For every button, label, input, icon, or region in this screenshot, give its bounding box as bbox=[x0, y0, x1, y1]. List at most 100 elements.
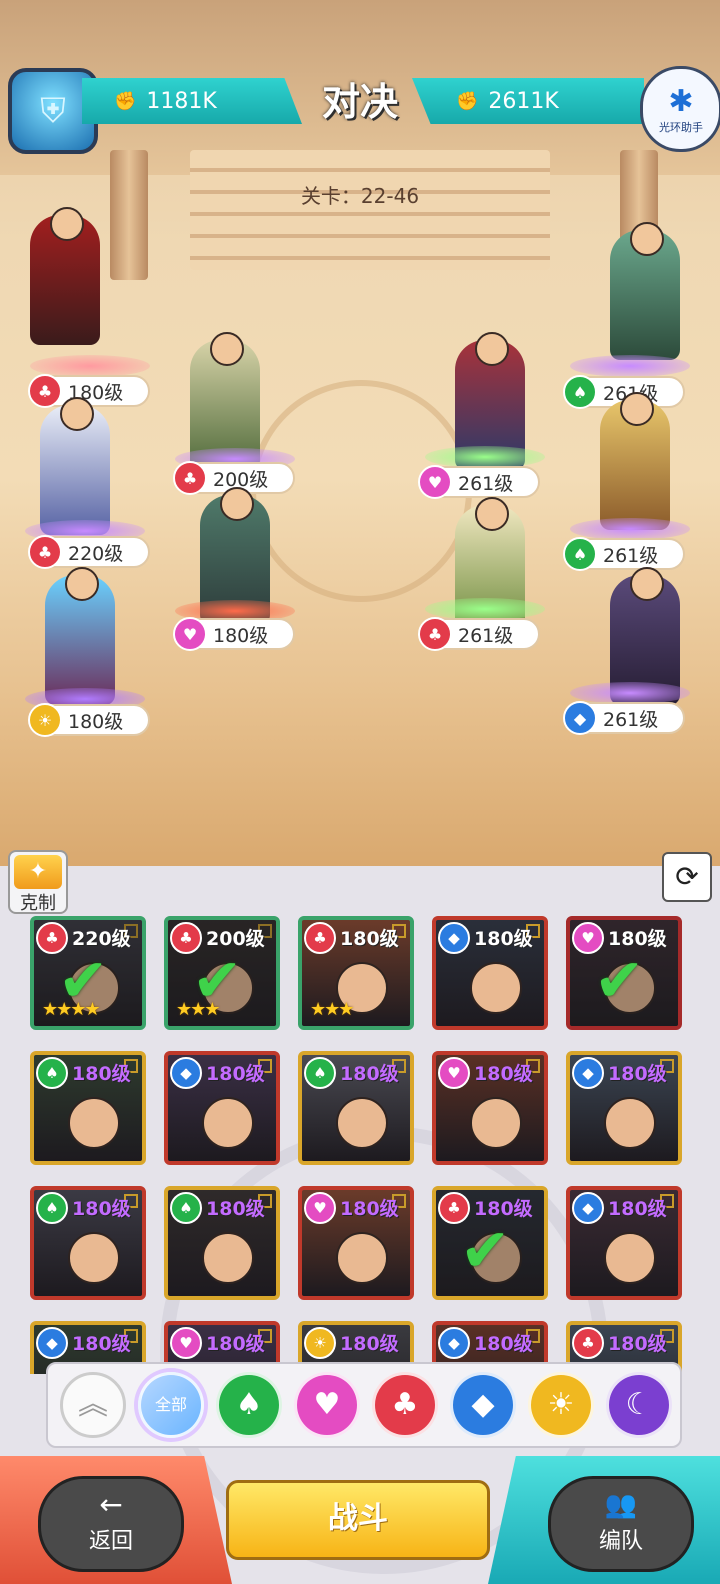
filter-heart-button[interactable]: ♥ bbox=[294, 1372, 360, 1438]
hero-card[interactable]: ◆ 180级 bbox=[432, 916, 548, 1030]
filter-fire-button[interactable]: ♣ bbox=[372, 1372, 438, 1438]
enemy-level-5: ◆ 261级 bbox=[563, 701, 685, 735]
hero-card[interactable]: ♠ 180级 bbox=[298, 1051, 414, 1165]
hero-portrait bbox=[604, 1232, 656, 1284]
checkmark-icon: ✔ bbox=[58, 946, 109, 1016]
moon-element-icon: ☾ bbox=[625, 1387, 653, 1422]
enemy-hero-1[interactable] bbox=[600, 222, 690, 370]
hero-card[interactable]: ◆ 180级 bbox=[566, 1186, 682, 1300]
team-formation-button[interactable]: 👥 编队 bbox=[548, 1476, 694, 1572]
ally-power-bar: ✊ 1181K bbox=[82, 78, 302, 124]
filter-moon-button[interactable]: ☾ bbox=[606, 1372, 672, 1438]
hero-portrait bbox=[68, 1097, 120, 1149]
back-button[interactable]: ← 返回 bbox=[38, 1476, 184, 1572]
heart-element-icon: ♥ bbox=[418, 465, 452, 499]
hero-head bbox=[475, 497, 509, 531]
star-rating: ★★★ bbox=[310, 999, 354, 1020]
filter-all-label: 全部 bbox=[154, 1395, 187, 1414]
hero-card-level: 180级 bbox=[72, 1333, 131, 1355]
leaf-element-icon: ♠ bbox=[235, 1387, 263, 1422]
helper-badge[interactable]: ✱ 光环助手 bbox=[640, 66, 720, 152]
checkmark-icon: ✔ bbox=[594, 946, 645, 1016]
hero-head bbox=[630, 567, 664, 601]
fire-element-icon: ♣ bbox=[28, 374, 62, 408]
hero-card[interactable]: ♠ 180级 bbox=[30, 1186, 146, 1300]
fist-icon: ✊ bbox=[456, 90, 479, 112]
enemy-power-value: 2611K bbox=[488, 88, 559, 114]
hero-portrait bbox=[68, 1232, 120, 1284]
hero-card-level: 180级 bbox=[206, 1198, 265, 1220]
diamond-element-icon: ◆ bbox=[572, 1192, 604, 1224]
leaf-element-icon: ♠ bbox=[563, 537, 597, 571]
filter-diamond-button[interactable]: ◆ bbox=[450, 1372, 516, 1438]
heart-element-icon: ♥ bbox=[313, 1387, 341, 1422]
counter-label: 克制 bbox=[20, 893, 56, 914]
fire-element-icon: ♣ bbox=[572, 1327, 604, 1359]
hero-card[interactable]: ♣ 220级 ★★★★ ✔ bbox=[30, 916, 146, 1030]
leaf-element-icon: ♠ bbox=[304, 1057, 336, 1089]
team-label: 编队 bbox=[598, 1529, 643, 1554]
chevron-up-icon: ︽ bbox=[78, 1387, 108, 1422]
ally-level-4: ♥ 180级 bbox=[173, 617, 295, 651]
bottom-action-bar: ← 返回 战斗 👥 编队 bbox=[0, 1456, 720, 1584]
hero-card[interactable]: ♣ 180级 ✔ bbox=[432, 1186, 548, 1300]
hero-head bbox=[65, 567, 99, 601]
hero-card-level: 180级 bbox=[608, 1198, 667, 1220]
fight-button[interactable]: 战斗 bbox=[226, 1480, 490, 1560]
hero-head bbox=[60, 397, 94, 431]
hero-head bbox=[630, 222, 664, 256]
ally-level-3: ♣ 220级 bbox=[28, 535, 150, 569]
hero-head bbox=[210, 332, 244, 366]
hero-card[interactable]: ♣ 200级 ★★★ ✔ bbox=[164, 916, 280, 1030]
hero-head bbox=[475, 332, 509, 366]
leaf-element-icon: ♠ bbox=[170, 1192, 202, 1224]
fire-element-icon: ♣ bbox=[304, 922, 336, 954]
enemy-ring-3 bbox=[570, 518, 690, 540]
sun-element-icon: ☀ bbox=[28, 703, 62, 737]
diamond-element-icon: ◆ bbox=[170, 1057, 202, 1089]
filter-all-button[interactable]: 全部 bbox=[138, 1372, 204, 1438]
back-label: 返回 bbox=[88, 1529, 133, 1554]
stage-level-label: 关卡：22-46 bbox=[300, 184, 420, 208]
diamond-element-icon: ◆ bbox=[438, 922, 470, 954]
counter-icon: ✦ bbox=[14, 855, 62, 889]
collapse-filter-button[interactable]: ︽ bbox=[60, 1372, 126, 1438]
fire-element-icon: ♣ bbox=[173, 461, 207, 495]
diamond-element-icon: ◆ bbox=[438, 1327, 470, 1359]
sun-element-icon: ☀ bbox=[547, 1387, 575, 1422]
hero-card-level: 180级 bbox=[608, 1333, 667, 1355]
temple-stairs bbox=[190, 150, 550, 270]
hero-card-level: 180级 bbox=[474, 1063, 533, 1085]
hero-head bbox=[620, 392, 654, 426]
ally-level-5: ☀ 180级 bbox=[28, 703, 150, 737]
enemy-level-4: ♣ 261级 bbox=[418, 617, 540, 651]
hero-card[interactable]: ◆ 180级 bbox=[566, 1051, 682, 1165]
leaf-element-icon: ♠ bbox=[36, 1192, 68, 1224]
fire-element-icon: ♣ bbox=[391, 1387, 419, 1422]
enemy-ring-4 bbox=[425, 598, 545, 620]
refresh-button[interactable]: ⟳ bbox=[662, 852, 712, 902]
hero-portrait bbox=[336, 1097, 388, 1149]
diamond-element-icon: ◆ bbox=[36, 1327, 68, 1359]
helper-logo-icon: ✱ bbox=[668, 83, 694, 119]
hero-portrait bbox=[202, 1232, 254, 1284]
hero-card-level: 180级 bbox=[72, 1198, 131, 1220]
page-title: 对决 bbox=[321, 80, 398, 124]
hero-card[interactable]: ♥ 180级 ✔ bbox=[566, 916, 682, 1030]
hero-portrait bbox=[202, 1097, 254, 1149]
enemy-ring-1 bbox=[570, 355, 690, 377]
diamond-element-icon: ◆ bbox=[471, 1387, 495, 1422]
counter-button[interactable]: ✦ 克制 bbox=[8, 850, 68, 914]
hero-card[interactable]: ♣ 180级 ★★★ bbox=[298, 916, 414, 1030]
ally-power-value: 1181K bbox=[146, 88, 217, 114]
hero-card[interactable]: ♥ 180级 bbox=[432, 1051, 548, 1165]
hero-card[interactable]: ♠ 180级 bbox=[164, 1186, 280, 1300]
hero-card[interactable]: ♥ 180级 bbox=[298, 1186, 414, 1300]
hero-card[interactable]: ♠ 180级 bbox=[30, 1051, 146, 1165]
enemy-level-3: ♠ 261级 bbox=[563, 537, 685, 571]
hero-card[interactable]: ◆ 180级 bbox=[164, 1051, 280, 1165]
ally-hero-1[interactable] bbox=[20, 207, 110, 355]
filter-leaf-button[interactable]: ♠ bbox=[216, 1372, 282, 1438]
filter-sun-button[interactable]: ☀ bbox=[528, 1372, 594, 1438]
fight-label: 战斗 bbox=[328, 1501, 388, 1536]
